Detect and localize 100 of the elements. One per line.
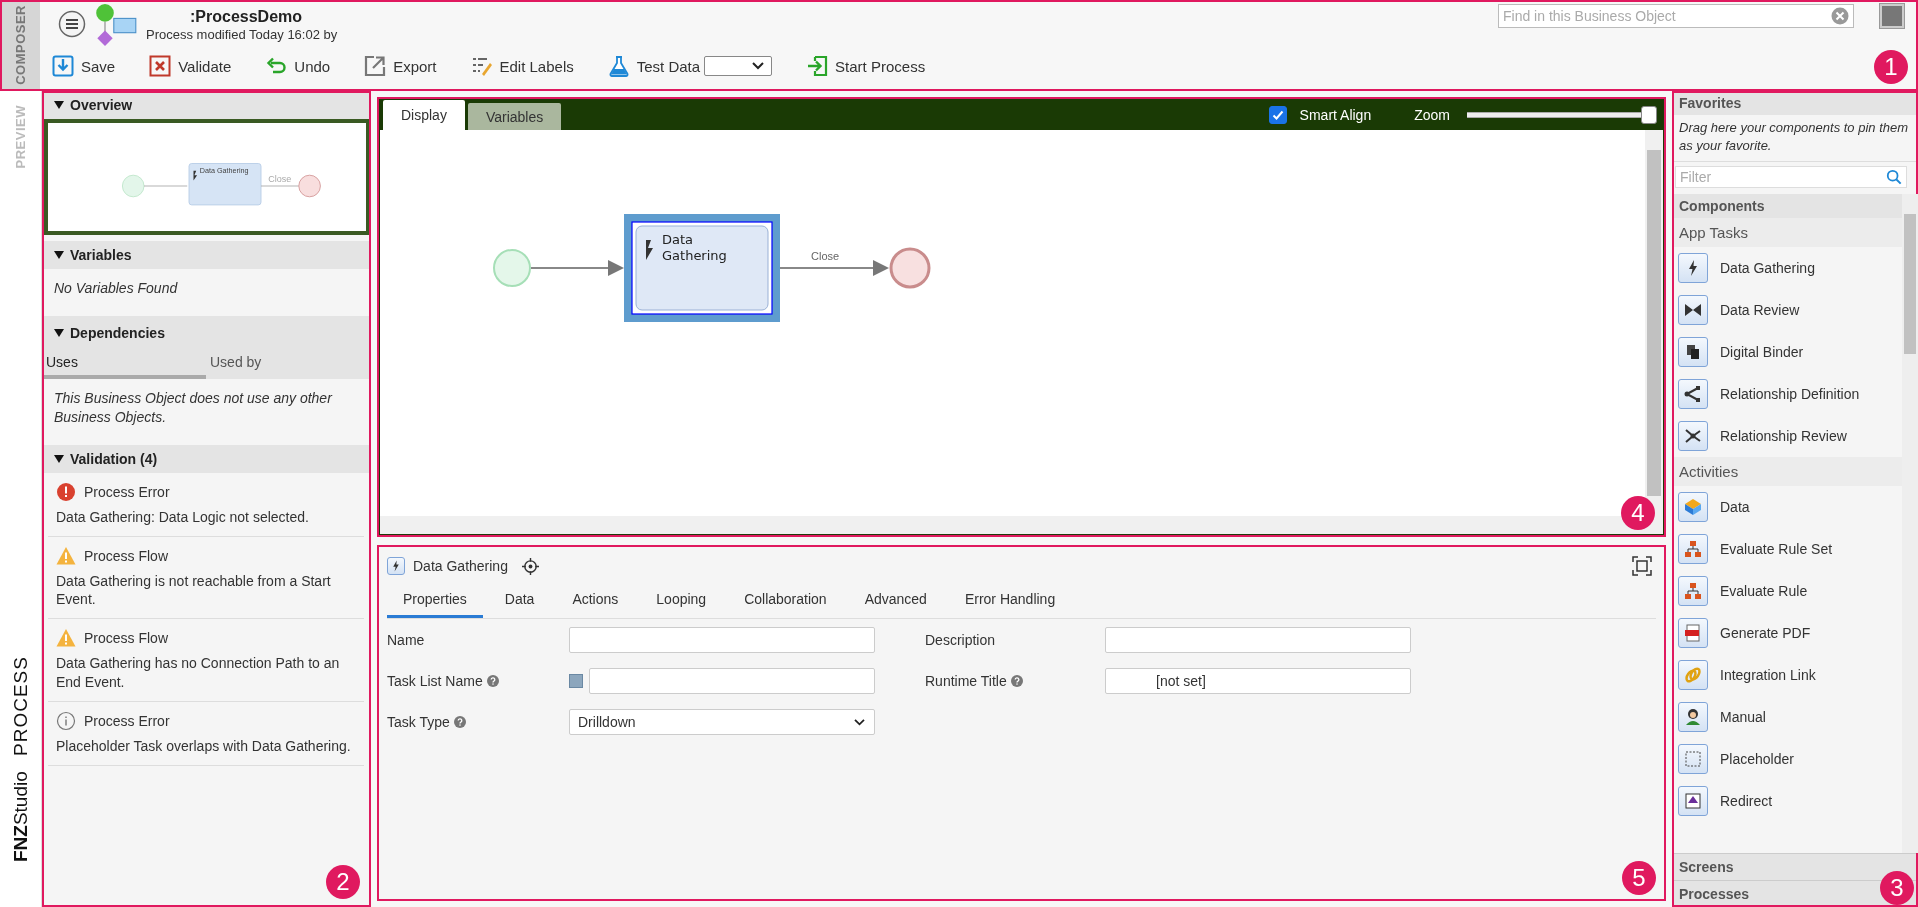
menu-icon[interactable]: [58, 10, 86, 38]
field-label: Task List Name: [387, 673, 483, 689]
input-field[interactable]: [1105, 627, 1411, 653]
caret-icon[interactable]: [54, 328, 64, 337]
toolbar-button[interactable]: Export: [364, 55, 437, 77]
edge-label: Close: [811, 250, 840, 262]
validate-icon: [149, 55, 172, 77]
toolbar-button[interactable]: Save: [52, 55, 116, 77]
input-field[interactable]: [569, 627, 875, 653]
start-event: [121, 174, 145, 198]
properties-tab[interactable]: Properties: [387, 585, 483, 618]
filter-field[interactable]: Filter: [1675, 166, 1907, 189]
input-field[interactable]: [not set]: [1105, 668, 1411, 694]
dependency-tab[interactable]: Uses: [42, 349, 206, 379]
component-item[interactable]: Integration Link: [1673, 654, 1902, 697]
group-header: Activities: [1673, 457, 1902, 487]
section-header[interactable]: Screens: [1673, 853, 1918, 880]
panel-toggle-button[interactable]: [1880, 4, 1904, 28]
properties-tab[interactable]: Error Handling: [948, 585, 1072, 618]
component-item[interactable]: Relationship Review: [1673, 415, 1902, 458]
properties-tab[interactable]: Data: [488, 585, 551, 618]
component-item[interactable]: Generate PDF: [1673, 612, 1902, 655]
locate-icon[interactable]: [521, 557, 539, 575]
favorites-header[interactable]: Favorites: [1673, 91, 1918, 115]
task-label: Data Gathering: [662, 232, 728, 265]
validation-message: Data Gathering: Data Logic not selected.: [56, 507, 310, 527]
section-title: Overview: [70, 97, 133, 113]
test-data-dropdown[interactable]: [704, 56, 773, 76]
component-item[interactable]: Data Gathering: [1673, 247, 1902, 290]
component-item[interactable]: Digital Binder: [1673, 331, 1902, 374]
help-icon[interactable]: [1010, 675, 1023, 687]
caret-icon[interactable]: [54, 454, 64, 463]
components-header[interactable]: Components: [1673, 194, 1902, 219]
component-item[interactable]: Placeholder: [1673, 738, 1902, 781]
help-icon[interactable]: [486, 675, 499, 687]
connector-arrow[interactable]: [530, 260, 624, 276]
toolbar-button[interactable]: Validate: [149, 55, 232, 77]
dependencies-message: This Business Object does not use any other Business Objects.: [53, 388, 334, 427]
component-item[interactable]: Manual: [1673, 696, 1902, 739]
link-icon: [1678, 660, 1708, 691]
brand-logo: FNZStudio PROCESS: [9, 656, 32, 864]
callout-badge: 2: [326, 865, 360, 899]
end-event[interactable]: [889, 247, 931, 289]
toolbar-button[interactable]: Undo: [265, 55, 331, 77]
section-header[interactable]: Validation (4): [42, 444, 370, 473]
task-node[interactable]: [624, 214, 780, 322]
info-icon: [56, 711, 76, 732]
help-icon[interactable]: [453, 716, 466, 728]
chevron-down-icon[interactable]: [853, 717, 866, 727]
favorites-hint: Drag here your components to pin them as your favorite.: [1673, 115, 1918, 163]
validation-title: Process Error: [84, 483, 170, 500]
component-item[interactable]: Redirect: [1673, 780, 1902, 823]
start-process-icon: [806, 55, 829, 77]
properties-tab[interactable]: Actions: [556, 585, 635, 618]
dashed-icon: [1678, 744, 1708, 775]
dependency-tab[interactable]: Used by: [206, 349, 370, 379]
maximize-icon[interactable]: [1632, 556, 1652, 576]
component-item[interactable]: Data: [1673, 486, 1902, 529]
component-item[interactable]: Evaluate Rule Set: [1673, 528, 1902, 571]
warning-icon: [56, 628, 76, 649]
validation-title: Process Flow: [84, 630, 169, 647]
smart-align-label: Smart Align: [1299, 107, 1372, 123]
minimap-task-label: Data Gathering: [199, 165, 249, 175]
section-header[interactable]: Overview: [42, 91, 370, 119]
field-label: Runtime Title: [925, 673, 1007, 689]
properties-tab[interactable]: Advanced: [848, 585, 943, 618]
validation-title: Process Error: [84, 713, 170, 730]
search-field[interactable]: Find in this Business Object: [1498, 4, 1854, 28]
properties-tab[interactable]: Collaboration: [728, 585, 843, 618]
vertical-scrollbar[interactable]: [1902, 194, 1918, 853]
chevron-down-icon[interactable]: [751, 61, 766, 71]
toolbar-button[interactable]: Test Data: [607, 55, 701, 77]
smart-align-checkbox[interactable]: [1268, 106, 1287, 124]
vertical-scrollbar[interactable]: [1645, 130, 1663, 516]
flask-icon: [607, 55, 630, 77]
field-label: Description: [925, 632, 996, 648]
canvas-tab[interactable]: Variables: [467, 103, 562, 130]
component-item[interactable]: Relationship Definition: [1673, 373, 1902, 416]
caret-icon[interactable]: [54, 101, 64, 109]
toolbar-button[interactable]: Edit Labels: [470, 55, 574, 77]
properties-tab[interactable]: Looping: [640, 585, 723, 618]
clear-icon[interactable]: [1831, 7, 1849, 25]
section-header[interactable]: Dependencies: [42, 315, 370, 350]
canvas-tab[interactable]: Display: [383, 100, 465, 130]
toolbar-button[interactable]: Start Process: [806, 55, 926, 77]
component-item[interactable]: Data Review: [1673, 289, 1902, 332]
start-event[interactable]: [493, 249, 531, 287]
caret-icon[interactable]: [54, 251, 64, 259]
overview-map[interactable]: Data Gathering Close: [44, 119, 370, 235]
callout-badge: 1: [1874, 50, 1908, 84]
component-item[interactable]: Evaluate Rule: [1673, 570, 1902, 613]
task-type-dropdown[interactable]: Drilldown: [569, 709, 875, 735]
section-header[interactable]: Variables: [42, 241, 370, 269]
slider-thumb[interactable]: [1641, 106, 1657, 124]
connector-arrow[interactable]: [779, 260, 889, 276]
search-icon[interactable]: [1886, 169, 1902, 186]
validation-message: Placeholder Task overlaps with Data Gathering.: [56, 737, 352, 756]
save-icon: [52, 55, 74, 77]
input-field[interactable]: [589, 668, 875, 694]
end-event: [298, 174, 321, 198]
